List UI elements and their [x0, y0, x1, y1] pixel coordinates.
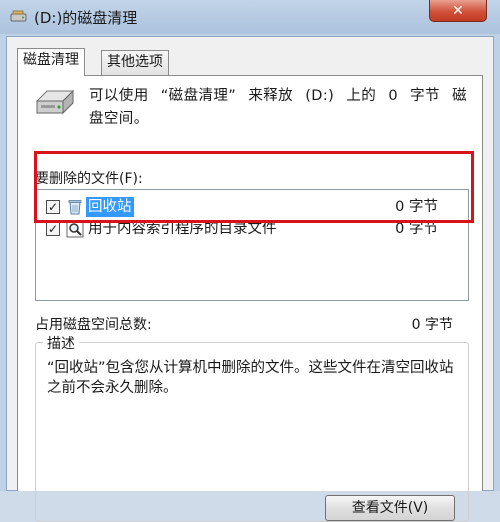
window-frame: 磁盘清理 其他选项 可以使用 “磁盘清理” 来释放 (D:) 上的 0 字节 磁… — [0, 34, 500, 522]
tab-more-options[interactable]: 其他选项 — [101, 50, 169, 75]
intro-part: 磁 — [452, 88, 467, 104]
checkbox-recycle-bin[interactable]: ✓ — [46, 200, 60, 214]
intro-part: 可以使用 — [89, 88, 149, 104]
recycle-bin-icon — [68, 200, 82, 215]
files-list[interactable]: ✓ 回收站 0 字节 ✓ 用于内容索引程序的目录文件 0 字节 — [35, 189, 469, 301]
checkbox-index-catalog[interactable]: ✓ — [46, 222, 60, 236]
intro-part: “磁盘清理” — [160, 88, 237, 104]
disk-cleanup-icon — [10, 10, 27, 22]
item-size: 0 字节 — [395, 221, 438, 237]
item-name: 回收站 — [86, 197, 134, 217]
description-text: “回收站”包含您从计算机中删除的文件。这些文件在清空回收站之前不会永久删除。 — [47, 360, 454, 396]
tab-disk-cleanup[interactable]: 磁盘清理 — [17, 48, 85, 76]
close-icon: ✕ — [452, 2, 464, 19]
total-space-label: 占用磁盘空间总数: — [35, 317, 152, 333]
search-catalog-icon — [66, 220, 84, 238]
list-item-recycle-bin[interactable]: ✓ 回收站 0 字节 — [42, 197, 442, 217]
hard-drive-icon — [35, 89, 75, 115]
title-bar[interactable]: (D:)的磁盘清理 ✕ — [0, 0, 500, 34]
dialog-client-area: 磁盘清理 其他选项 可以使用 “磁盘清理” 来释放 (D:) 上的 0 字节 磁… — [6, 36, 494, 522]
intro-text: 可以使用 “磁盘清理” 来释放 (D:) 上的 0 字节 磁 盘空间。 — [89, 85, 467, 131]
intro-drive-letter: (D:) — [305, 88, 335, 104]
intro-part: 上的 — [346, 88, 377, 104]
view-files-button[interactable]: 查看文件(V) — [325, 495, 455, 521]
close-button[interactable]: ✕ — [429, 0, 487, 22]
intro-size-unit: 字节 — [410, 88, 440, 104]
intro-size-value: 0 — [388, 88, 398, 104]
files-to-delete-label: 要删除的文件(F): — [35, 171, 143, 187]
window-title: (D:)的磁盘清理 — [34, 9, 138, 27]
total-space-value: 0 字节 — [411, 317, 453, 333]
description-legend: 描述 — [43, 333, 79, 353]
intro-line-2: 盘空间。 — [89, 111, 149, 127]
list-item-index-catalog[interactable]: ✓ 用于内容索引程序的目录文件 0 字节 — [42, 219, 442, 239]
item-name: 用于内容索引程序的目录文件 — [88, 221, 277, 237]
item-size: 0 字节 — [395, 199, 438, 215]
intro-part: 来释放 — [248, 88, 294, 104]
